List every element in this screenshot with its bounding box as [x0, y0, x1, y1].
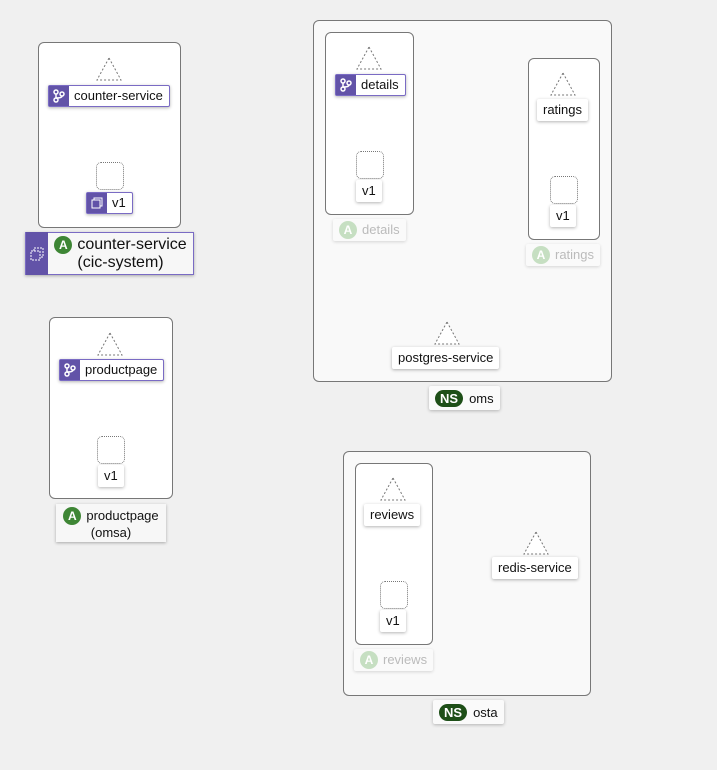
- namespace-name: osta: [473, 704, 498, 720]
- workload-version: v1: [112, 195, 126, 210]
- app-name: productpage: [86, 508, 159, 523]
- service-node-icon[interactable]: [434, 321, 460, 345]
- service-node-icon[interactable]: [550, 72, 576, 96]
- workload-label-v1[interactable]: v1: [550, 205, 576, 227]
- workload-icon: [87, 193, 107, 213]
- workload-node[interactable]: [380, 581, 408, 609]
- service-node-icon[interactable]: [523, 531, 549, 555]
- service-label-productpage[interactable]: productpage: [59, 359, 165, 381]
- branch-icon: [336, 75, 356, 95]
- app-namespace: (cic-system): [77, 253, 164, 271]
- workload-node[interactable]: [550, 176, 578, 204]
- app-name: reviews: [383, 652, 428, 667]
- app-badge: A: [339, 221, 357, 239]
- service-label-redis-service[interactable]: redis-service: [492, 557, 578, 579]
- workload-node[interactable]: [356, 151, 384, 179]
- service-node-icon[interactable]: [356, 46, 382, 70]
- service-node-icon[interactable]: [96, 57, 122, 81]
- namespace-name: oms: [469, 390, 494, 406]
- branch-icon: [60, 360, 80, 380]
- app-label-reviews[interactable]: Areviews: [354, 649, 434, 671]
- service-label-reviews[interactable]: reviews: [364, 504, 421, 526]
- app-namespace: (omsa): [90, 525, 132, 540]
- app-name: details: [362, 222, 400, 237]
- service-label-counter-service[interactable]: counter-service: [48, 85, 170, 107]
- service-node-icon[interactable]: [97, 332, 123, 356]
- service-name: productpage: [85, 362, 158, 377]
- app-badge: A: [63, 507, 82, 525]
- app-name: counter-service: [77, 235, 187, 253]
- service-label-details[interactable]: details: [335, 74, 406, 96]
- service-name: counter-service: [74, 88, 163, 103]
- app-label-productpage[interactable]: Aproductpage (omsa): [56, 504, 166, 542]
- workload-label-v1[interactable]: v1: [380, 610, 406, 632]
- app-badge: A: [360, 651, 378, 669]
- workload-label-v1[interactable]: v1: [356, 180, 382, 202]
- service-label-ratings[interactable]: ratings: [537, 99, 589, 121]
- app-label-ratings[interactable]: Aratings: [526, 244, 601, 266]
- service-name: details: [361, 77, 399, 92]
- app-name: ratings: [555, 247, 595, 262]
- namespace-badge: NS: [435, 389, 464, 407]
- namespace-label-oms[interactable]: NS oms: [429, 386, 500, 410]
- service-label-postgres-service[interactable]: postgres-service: [392, 347, 500, 369]
- workload-icon: [26, 232, 48, 275]
- workload-node[interactable]: [97, 436, 125, 464]
- namespace-label-osta[interactable]: NS osta: [433, 700, 504, 724]
- workload-label-v1[interactable]: v1: [86, 192, 133, 214]
- app-badge: A: [532, 246, 550, 264]
- app-badge: A: [54, 235, 73, 254]
- workload-node[interactable]: [96, 162, 124, 190]
- service-node-icon[interactable]: [380, 477, 406, 501]
- app-label-details[interactable]: Adetails: [333, 219, 406, 241]
- namespace-badge: NS: [439, 703, 468, 721]
- workload-label-v1[interactable]: v1: [98, 465, 124, 487]
- branch-icon: [49, 86, 69, 106]
- app-label-counter-service[interactable]: Acounter-service (cic-system): [25, 232, 194, 275]
